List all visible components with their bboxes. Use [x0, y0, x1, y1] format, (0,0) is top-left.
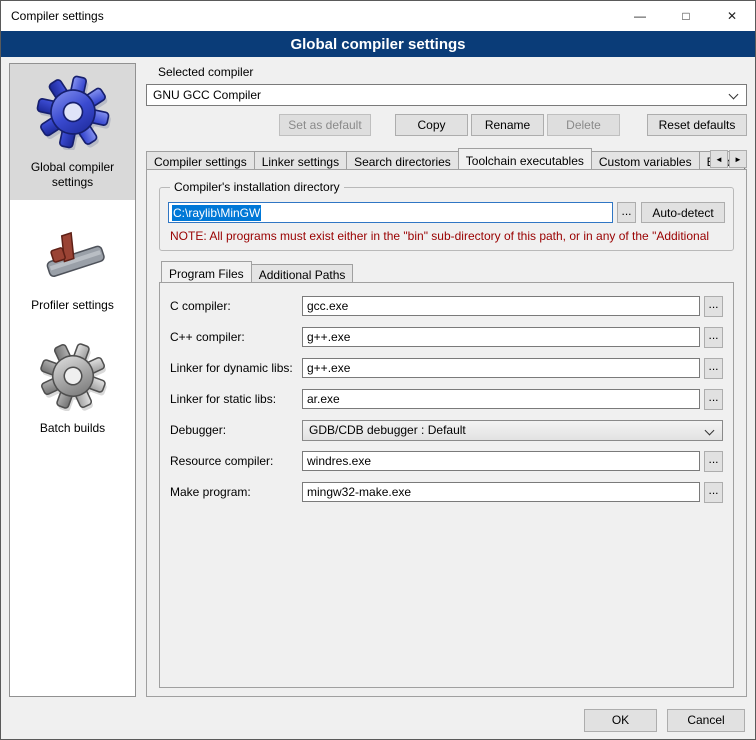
dialog-footer: OK Cancel	[1, 701, 755, 739]
tab-additional-paths[interactable]: Additional Paths	[251, 264, 354, 283]
tab-compiler-settings[interactable]: Compiler settings	[146, 151, 255, 170]
resource-compiler-input[interactable]	[302, 451, 700, 471]
debugger-row: Debugger: GDB/CDB debugger : Default	[170, 420, 723, 440]
sidebar-item-profiler-settings[interactable]: Profiler settings	[10, 208, 135, 323]
selected-compiler-dropdown[interactable]: GNU GCC Compiler	[146, 84, 747, 106]
make-program-browse-button[interactable]: ...	[704, 482, 723, 503]
blue-gear-icon	[14, 74, 131, 153]
installation-directory-input[interactable]: C:\raylib\MinGW	[168, 202, 613, 223]
resource-compiler-row: Resource compiler: ...	[170, 451, 723, 471]
make-program-row: Make program: ...	[170, 482, 723, 502]
gray-gear-icon	[14, 341, 131, 414]
make-program-label: Make program:	[170, 485, 302, 499]
reset-defaults-button[interactable]: Reset defaults	[647, 114, 747, 136]
cancel-button[interactable]: Cancel	[667, 709, 745, 732]
tab-search-directories[interactable]: Search directories	[346, 151, 459, 170]
linker-static-input[interactable]	[302, 389, 700, 409]
minimize-button[interactable]: —	[617, 1, 663, 31]
program-files-tabbar: Program Files Additional Paths	[161, 261, 732, 283]
settings-tabbar: Compiler settings Linker settings Search…	[146, 148, 747, 170]
main-area: Selected compiler GNU GCC Compiler Set a…	[146, 63, 747, 697]
c-compiler-label: C compiler:	[170, 299, 302, 313]
selected-compiler-label: Selected compiler	[158, 65, 747, 79]
copy-button[interactable]: Copy	[395, 114, 468, 136]
debugger-label: Debugger:	[170, 423, 302, 437]
sidebar-item-batch-builds[interactable]: Batch builds	[10, 331, 135, 446]
linker-static-browse-button[interactable]: ...	[704, 389, 723, 410]
window-title: Compiler settings	[1, 9, 104, 23]
c-compiler-browse-button[interactable]: ...	[704, 296, 723, 317]
delete-button: Delete	[547, 114, 620, 136]
ok-button[interactable]: OK	[584, 709, 657, 732]
tab-scroll-right-button[interactable]: ►	[729, 150, 747, 168]
sidebar-item-global-compiler-settings[interactable]: Global compiler settings	[10, 64, 135, 200]
chevron-down-icon	[729, 90, 739, 100]
debugger-value: GDB/CDB debugger : Default	[309, 423, 466, 437]
tab-toolchain-executables[interactable]: Toolchain executables	[458, 148, 592, 170]
sidebar-item-label: Global compiler settings	[14, 160, 131, 190]
c-compiler-input[interactable]	[302, 296, 700, 316]
bin-subdirectory-note: NOTE: All programs must exist either in …	[170, 229, 725, 243]
linker-dynamic-browse-button[interactable]: ...	[704, 358, 723, 379]
close-button[interactable]: ✕	[709, 1, 755, 31]
linker-dynamic-input[interactable]	[302, 358, 700, 378]
cpp-compiler-row: C++ compiler: ...	[170, 327, 723, 347]
installation-directory-groupbox: Compiler's installation directory C:\ray…	[159, 180, 734, 251]
make-program-input[interactable]	[302, 482, 700, 502]
cpp-compiler-label: C++ compiler:	[170, 330, 302, 344]
installation-directory-label: Compiler's installation directory	[170, 180, 344, 194]
cpp-compiler-browse-button[interactable]: ...	[704, 327, 723, 348]
close-icon: ✕	[727, 9, 737, 23]
tab-program-files[interactable]: Program Files	[161, 261, 252, 283]
tab-scroll-left-button[interactable]: ◄	[710, 150, 728, 168]
maximize-icon: □	[682, 9, 689, 23]
maximize-button[interactable]: □	[663, 1, 709, 31]
chevron-down-icon	[705, 425, 715, 435]
caption-buttons: — □ ✕	[617, 1, 755, 31]
rename-button[interactable]: Rename	[471, 114, 544, 136]
settings-sidebar: Global compiler settings Profiler settin…	[9, 63, 136, 697]
selected-compiler-value: GNU GCC Compiler	[153, 88, 261, 102]
program-files-notebook: Program Files Additional Paths C compile…	[159, 259, 734, 688]
installation-directory-row: C:\raylib\MinGW ... Auto-detect	[168, 202, 725, 223]
dialog-body: Global compiler settings Profiler settin…	[1, 57, 755, 701]
auto-detect-button[interactable]: Auto-detect	[641, 202, 725, 223]
linker-dynamic-label: Linker for dynamic libs:	[170, 361, 302, 375]
linker-dynamic-row: Linker for dynamic libs: ...	[170, 358, 723, 378]
dialog-header: Global compiler settings	[1, 31, 755, 57]
tab-linker-settings[interactable]: Linker settings	[254, 151, 347, 170]
debugger-dropdown[interactable]: GDB/CDB debugger : Default	[302, 420, 723, 441]
resource-compiler-label: Resource compiler:	[170, 454, 302, 468]
profiler-plane-icon	[14, 218, 131, 291]
c-compiler-row: C compiler: ...	[170, 296, 723, 316]
sidebar-item-label: Batch builds	[14, 421, 131, 436]
linker-static-label: Linker for static libs:	[170, 392, 302, 406]
compiler-settings-window: Compiler settings — □ ✕ Global compiler …	[0, 0, 756, 740]
resource-compiler-browse-button[interactable]: ...	[704, 451, 723, 472]
compiler-action-buttons: Set as default Copy Rename Delete Reset …	[146, 114, 747, 136]
installation-directory-selected-text: C:\raylib\MinGW	[172, 205, 261, 221]
set-as-default-button: Set as default	[279, 114, 371, 136]
tab-custom-variables[interactable]: Custom variables	[591, 151, 700, 170]
cpp-compiler-input[interactable]	[302, 327, 700, 347]
tab-scroll-right-icon: ►	[734, 155, 742, 164]
browse-directory-button[interactable]: ...	[617, 202, 636, 223]
tab-scroll-buttons: ◄ ►	[710, 150, 747, 168]
program-files-panel: C compiler: ... C++ compiler: ... Linker…	[159, 282, 734, 688]
titlebar: Compiler settings — □ ✕	[1, 1, 755, 31]
sidebar-item-label: Profiler settings	[14, 298, 131, 313]
tab-scroll-left-icon: ◄	[715, 155, 723, 164]
linker-static-row: Linker for static libs: ...	[170, 389, 723, 409]
minimize-icon: —	[634, 9, 646, 23]
toolchain-executables-panel: Compiler's installation directory C:\ray…	[146, 169, 747, 697]
